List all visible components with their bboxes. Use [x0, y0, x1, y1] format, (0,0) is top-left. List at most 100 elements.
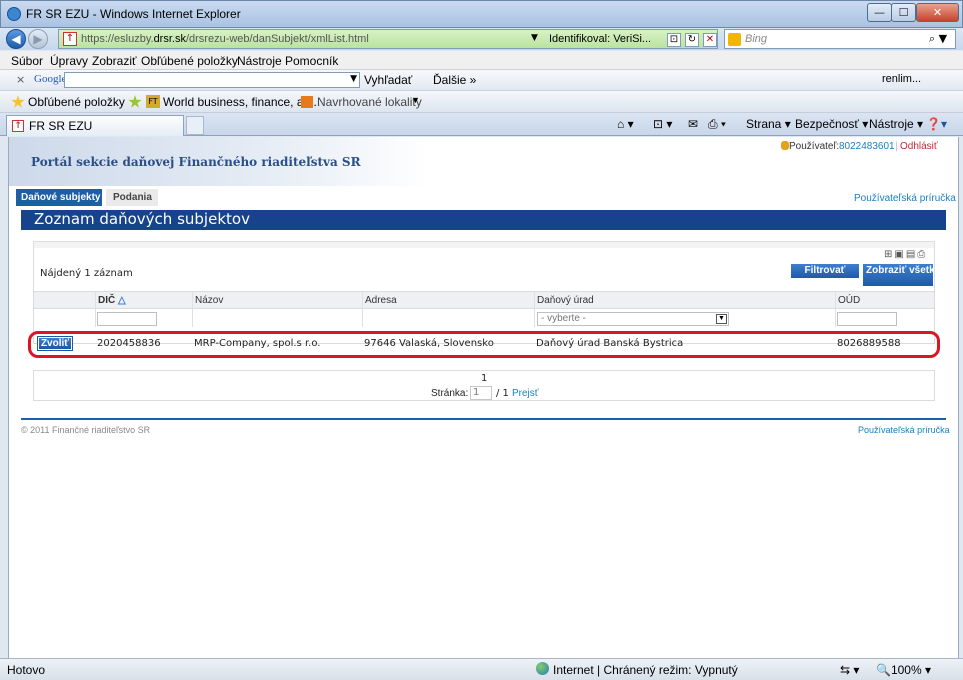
record-count: Nájdený 1 záznam [40, 268, 133, 279]
close-button[interactable]: ✕ [916, 3, 959, 22]
favorites-bar: Obľúbené položky FT World business, fina… [0, 91, 963, 113]
user-icon [781, 141, 789, 150]
security-zone[interactable]: Internet | Chránený režim: Vypnutý [553, 663, 738, 677]
security-identity[interactable]: Identifikoval: VeriSi... [549, 33, 651, 45]
close-toolbar-icon[interactable]: × [16, 73, 25, 86]
tab-favicon: ↑ [12, 120, 24, 132]
copyright: © 2011 Finančné riaditeľstvo SR [21, 425, 151, 435]
search-box[interactable]: Bing ⌕ ▼ [724, 29, 956, 49]
separator: | [895, 141, 899, 152]
portal-title: Portál sekcie daňovej Finančného riadite… [31, 155, 361, 169]
address-bar[interactable]: ↑ https://esluzby.drsr.sk/drsrezu-web/da… [58, 29, 718, 49]
google-user[interactable]: renlim... [882, 73, 921, 85]
mail-icon[interactable]: ✉ [688, 117, 698, 131]
page-number[interactable]: 1 [481, 373, 487, 384]
user-label: Používateľ: [789, 141, 840, 152]
protected-mode-icon[interactable]: ⇆ ▾ [840, 663, 859, 677]
google-more-button[interactable]: Ďalšie » [433, 73, 476, 87]
menu-file[interactable]: Súbor [11, 54, 43, 68]
col-address[interactable]: Adresa [365, 295, 397, 306]
col-dic[interactable]: DIČ △ [98, 295, 126, 306]
favorite-suggested-sites[interactable]: Navrhované lokality [317, 95, 422, 109]
col-name[interactable]: Názov [195, 295, 223, 306]
menu-tools[interactable]: Nástroje [237, 54, 282, 68]
menu-edit[interactable]: Úpravy [50, 54, 88, 68]
maximize-button[interactable]: ☐ [891, 3, 916, 22]
filter-oud-input[interactable] [837, 312, 897, 326]
filter-button[interactable]: Filtrovať [791, 264, 859, 278]
pager: 1 Stránka: 1 / 1 Prejsť [33, 370, 935, 401]
suggested-dropdown-icon[interactable]: ▼ [411, 95, 420, 105]
add-favorite-icon[interactable] [128, 95, 142, 108]
footer-user-guide-link[interactable]: Používateľská príručka [858, 425, 950, 435]
go-link[interactable]: Prejsť [512, 388, 539, 399]
menu-favorites[interactable]: Obľúbené položky [141, 54, 238, 68]
google-search-input[interactable]: ▼ [64, 72, 360, 88]
forward-icon[interactable]: ▶ [28, 29, 48, 49]
bing-logo-icon [728, 33, 741, 46]
status-text: Hotovo [7, 663, 46, 677]
page-menu[interactable]: Strana ▾ [746, 117, 791, 131]
user-guide-link[interactable]: Používateľská príručka [854, 193, 956, 204]
sort-asc-icon: △ [118, 295, 126, 306]
panel-strip [34, 242, 934, 248]
google-logo: Google [34, 73, 67, 85]
google-search-button[interactable]: Vyhľadať [364, 73, 412, 87]
menu-view[interactable]: Zobraziť [92, 54, 137, 68]
col-oud[interactable]: OÚD [838, 295, 860, 306]
page-input[interactable]: 1 [470, 386, 492, 400]
address-url[interactable]: https://esluzby.drsr.sk/drsrezu-web/danS… [81, 33, 369, 45]
window-title: FR SR EZU - Windows Internet Explorer [26, 7, 241, 21]
minimize-button[interactable]: — [867, 3, 892, 22]
search-icon[interactable]: ⌕ ▼ [929, 32, 947, 46]
search-input[interactable]: Bing [745, 33, 767, 45]
google-toolbar: × Google ▼ Vyhľadať Ďalšie » renlim... [0, 70, 963, 91]
page-content: Portál sekcie daňovej Finančného riadite… [8, 137, 959, 658]
zoom-control[interactable]: 🔍100% ▾ [876, 663, 931, 677]
logout-link[interactable]: Odhlásiť [900, 141, 938, 152]
window-titlebar: FR SR EZU - Windows Internet Explorer — … [0, 0, 963, 28]
ie-icon [7, 7, 21, 21]
compat-icon[interactable]: ⊡ [667, 33, 681, 47]
stop-icon[interactable]: ✕ [703, 33, 717, 47]
user-id-link[interactable]: 8022483601 [839, 141, 895, 152]
browser-tab[interactable]: ↑ FR SR EZU [6, 115, 184, 136]
portal-tabs: Daňové subjekty Podania [16, 189, 953, 206]
globe-icon [536, 662, 549, 675]
show-all-button[interactable]: Zobraziť všetko [863, 264, 933, 286]
export-icons[interactable]: ⊞▣▤⎙ [884, 249, 927, 260]
col-tax-office[interactable]: Daňový úrad [537, 295, 594, 306]
feeds-icon[interactable]: ⊡ ▾ [653, 117, 672, 131]
home-icon[interactable]: ⌂ ▾ [617, 117, 634, 131]
page-total: / 1 [496, 388, 509, 399]
help-icon[interactable]: ❓▾ [926, 117, 947, 131]
address-dropdown-icon[interactable]: ▼ [531, 33, 538, 43]
section-header: Zoznam daňových subjektov [21, 210, 946, 230]
table-header: DIČ △ Názov Adresa Daňový úrad OÚD [34, 291, 934, 309]
footer-divider [21, 418, 946, 420]
suggested-sites-icon [301, 96, 313, 108]
new-tab-button[interactable] [186, 116, 204, 135]
favorites-button[interactable]: Obľúbené položky [28, 95, 125, 109]
tools-menu[interactable]: Nástroje ▾ [869, 117, 923, 131]
print-icon[interactable]: ⎙ ▾ [708, 117, 726, 132]
highlight-ring [28, 331, 940, 358]
tab-submissions[interactable]: Podania [106, 189, 158, 206]
security-menu[interactable]: Bezpečnosť ▾ [795, 117, 868, 131]
status-bar: Hotovo Internet | Chránený režim: Vypnut… [0, 658, 963, 680]
menu-help[interactable]: Pomocník [285, 54, 338, 68]
filter-dic-input[interactable] [97, 312, 157, 326]
results-panel: ⊞▣▤⎙ Nájdený 1 záznam Filtrovať Zobraziť… [33, 241, 935, 344]
favorite-link-world-business[interactable]: World business, finance, an... [163, 95, 320, 109]
page-label: Stránka: [431, 388, 469, 399]
refresh-icon[interactable]: ↻ [685, 33, 699, 47]
filter-tax-office-select[interactable]: - vyberte - ▼ [537, 312, 729, 326]
menu-bar: Súbor Úpravy Zobraziť Obľúbené položky N… [0, 51, 963, 70]
site-favicon: ↑ [63, 32, 77, 46]
tab-tax-subjects[interactable]: Daňové subjekty [16, 189, 102, 206]
navigation-bar: ◀ ▶ ↑ https://esluzby.drsr.sk/drsrezu-we… [0, 28, 963, 50]
back-icon[interactable]: ◀ [6, 29, 26, 49]
filter-row: - vyberte - ▼ [34, 309, 934, 327]
page-title: Zoznam daňových subjektov [34, 210, 250, 228]
chevron-down-icon[interactable]: ▼ [716, 314, 727, 324]
